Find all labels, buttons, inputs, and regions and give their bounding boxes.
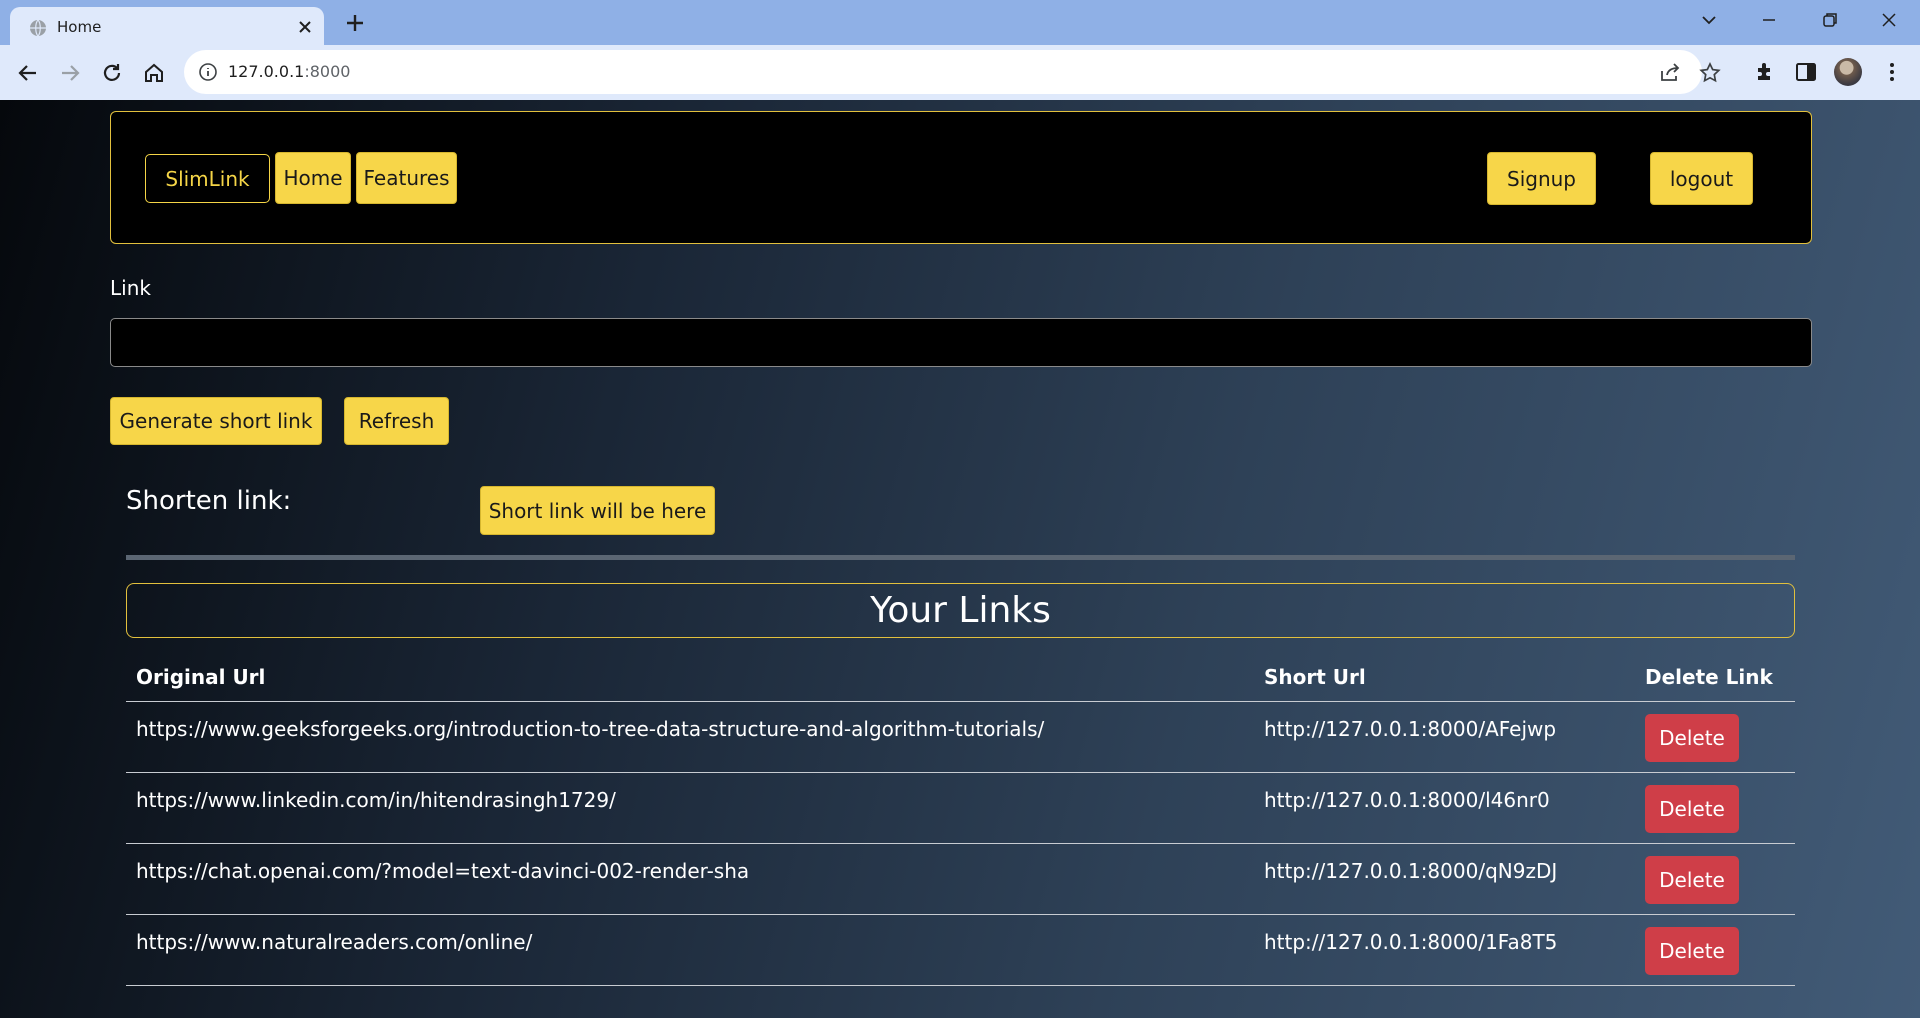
links-table: Original Url Short Url Delete Link https… (126, 648, 1795, 986)
reload-icon[interactable] (98, 59, 126, 87)
url-text: 127.0.0.1:8000 (228, 62, 350, 81)
short-url-cell[interactable]: http://127.0.0.1:8000/l46nr0 (1264, 788, 1550, 812)
table-row: https://www.naturalreaders.com/online/ h… (126, 915, 1795, 986)
site-navbar: SlimLink Home Features Signup logout (110, 111, 1812, 244)
table-header: Original Url Short Url Delete Link (126, 648, 1795, 702)
brand-logo-button[interactable]: SlimLink (145, 154, 270, 203)
column-header-short-url: Short Url (1264, 665, 1366, 689)
bookmark-star-icon[interactable] (1698, 61, 1722, 85)
restore-icon[interactable] (1814, 8, 1844, 32)
signup-button[interactable]: Signup (1487, 152, 1596, 205)
table-row: https://chat.openai.com/?model=text-davi… (126, 844, 1795, 915)
tab-search-icon[interactable] (1694, 8, 1724, 32)
delete-button[interactable]: Delete (1645, 785, 1739, 833)
back-arrow-icon[interactable] (14, 59, 42, 87)
menu-kebab-icon[interactable] (1879, 59, 1905, 85)
profile-avatar[interactable] (1834, 58, 1862, 86)
window-close-icon[interactable] (1874, 8, 1904, 32)
original-url-cell: https://www.geeksforgeeks.org/introducti… (136, 717, 1045, 741)
link-label: Link (110, 276, 151, 300)
link-input[interactable] (110, 318, 1812, 367)
short-url-cell[interactable]: http://127.0.0.1:8000/qN9zDJ (1264, 859, 1557, 883)
minimize-icon[interactable] (1754, 8, 1784, 32)
original-url-cell: https://www.linkedin.com/in/hitendrasing… (136, 788, 616, 812)
close-tab-icon[interactable] (294, 16, 316, 38)
new-tab-icon[interactable] (343, 11, 367, 35)
table-row: https://www.linkedin.com/in/hitendrasing… (126, 773, 1795, 844)
column-header-original-url: Original Url (136, 665, 266, 689)
address-bar[interactable]: 127.0.0.1:8000 (184, 50, 1721, 94)
nav-features-button[interactable]: Features (356, 152, 457, 204)
shorten-link-label: Shorten link: (126, 486, 292, 516)
table-row: https://www.geeksforgeeks.org/introducti… (126, 702, 1795, 773)
column-header-delete-link: Delete Link (1645, 665, 1773, 689)
original-url-cell: https://www.naturalreaders.com/online/ (136, 930, 533, 954)
page-content: SlimLink Home Features Signup logout Lin… (0, 100, 1920, 1018)
url-host: 127.0.0.1 (228, 62, 305, 81)
side-panel-icon[interactable] (1793, 59, 1819, 85)
delete-button[interactable]: Delete (1645, 714, 1739, 762)
site-info-icon[interactable] (198, 62, 218, 82)
share-icon[interactable] (1658, 61, 1682, 85)
home-icon[interactable] (140, 59, 168, 87)
short-url-cell[interactable]: http://127.0.0.1:8000/1Fa8T5 (1264, 930, 1557, 954)
your-links-heading: Your Links (126, 583, 1795, 638)
tab-title: Home (57, 18, 102, 36)
browser-tab-bar: Home (0, 0, 1920, 45)
browser-toolbar: 127.0.0.1:8000 (0, 45, 1920, 100)
logout-button[interactable]: logout (1650, 152, 1753, 205)
original-url-cell: https://chat.openai.com/?model=text-davi… (136, 859, 750, 883)
delete-button[interactable]: Delete (1645, 927, 1739, 975)
url-port: :8000 (304, 62, 351, 81)
short-url-cell[interactable]: http://127.0.0.1:8000/AFejwp (1264, 717, 1556, 741)
refresh-button[interactable]: Refresh (344, 397, 449, 445)
generate-short-link-button[interactable]: Generate short link (110, 397, 322, 445)
extensions-icon[interactable] (1752, 59, 1778, 85)
nav-home-button[interactable]: Home (275, 152, 351, 204)
delete-button[interactable]: Delete (1645, 856, 1739, 904)
divider (126, 555, 1795, 560)
browser-tab[interactable]: Home (10, 7, 324, 45)
forward-arrow-icon[interactable] (56, 59, 84, 87)
globe-icon (30, 19, 46, 37)
short-link-output-button[interactable]: Short link will be here (480, 486, 715, 535)
